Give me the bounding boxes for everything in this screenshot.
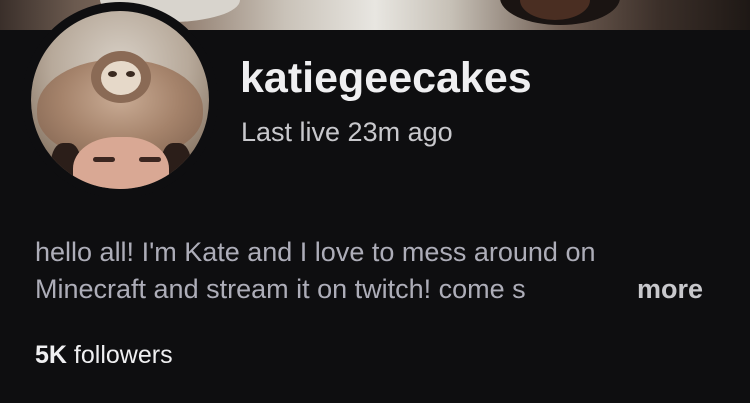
- followers-count[interactable]: 5K followers: [35, 341, 173, 370]
- avatar-eye: [139, 157, 161, 162]
- avatar-eye: [93, 157, 115, 162]
- profile-screen: katiegeecakes Last live 23m ago hello al…: [0, 0, 750, 403]
- bio-line: hello all! I'm Kate and I love to mess a…: [35, 237, 596, 267]
- last-live-status: Last live 23m ago: [241, 117, 453, 147]
- channel-username: katiegeecakes: [240, 54, 532, 102]
- avatar-face: [73, 137, 169, 189]
- avatar[interactable]: [31, 11, 209, 189]
- avatar-sloth-eye: [126, 71, 135, 77]
- followers-number: 5K: [35, 341, 67, 369]
- channel-bio: hello all! I'm Kate and I love to mess a…: [35, 234, 725, 308]
- followers-label: followers: [73, 341, 173, 369]
- bio-line-truncated: Minecraft and stream it on twitch! come …: [35, 271, 715, 308]
- avatar-sloth-eye: [108, 71, 117, 77]
- bio-more-link[interactable]: more: [637, 271, 703, 308]
- avatar-sloth-face: [101, 61, 141, 95]
- bio-line: Minecraft and stream it on twitch! come …: [35, 274, 526, 304]
